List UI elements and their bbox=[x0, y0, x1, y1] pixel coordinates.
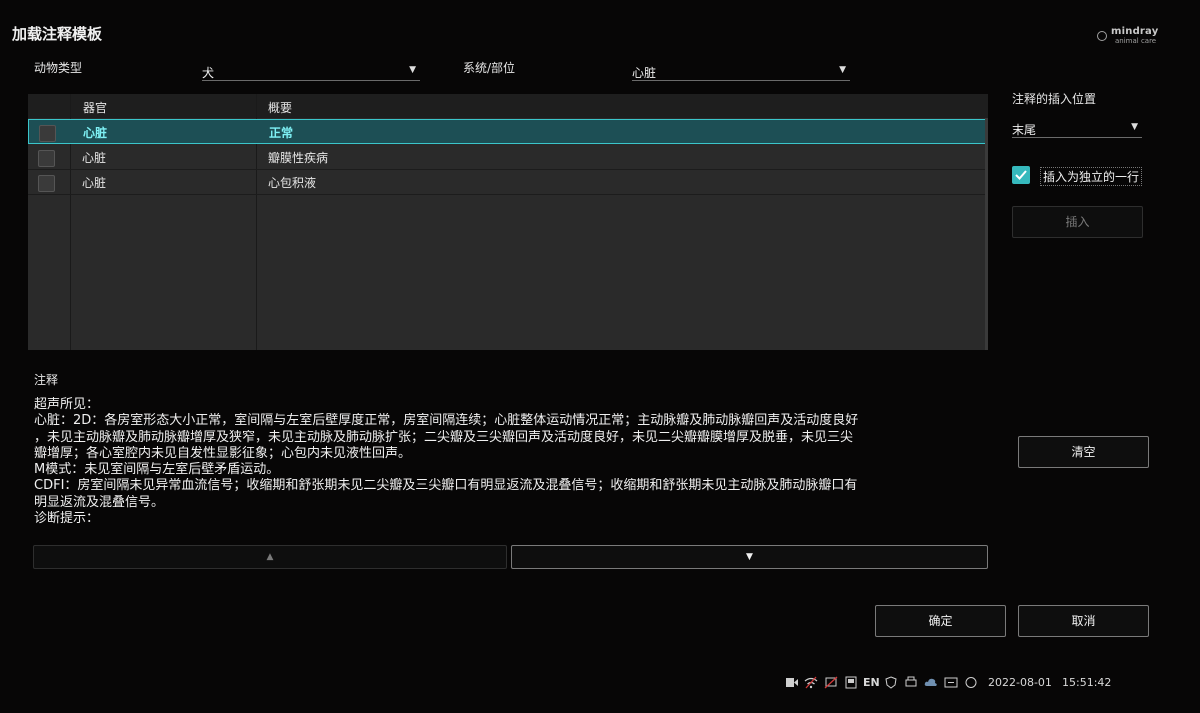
cell-organ: 心脏 bbox=[83, 126, 108, 140]
table-scrollbar[interactable] bbox=[985, 118, 988, 350]
cell-summary: 心包积液 bbox=[268, 176, 317, 190]
row-checkbox[interactable] bbox=[38, 175, 55, 192]
shield-icon bbox=[885, 676, 897, 689]
logo-brand: mindray bbox=[1111, 26, 1159, 37]
notes-label: 注释 bbox=[34, 373, 59, 387]
insert-button[interactable]: 插入 bbox=[1012, 206, 1143, 238]
standalone-line-checkbox[interactable] bbox=[1012, 166, 1030, 184]
system-part-value: 心脏 bbox=[632, 66, 657, 80]
usb-device-icon bbox=[845, 676, 857, 689]
cell-organ: 心脏 bbox=[82, 176, 107, 190]
logo-sub: animal care bbox=[1115, 37, 1157, 45]
notes-line: 瓣增厚；各心室腔内未见自发性显影征象；心包内未见液性回声。 bbox=[34, 445, 412, 461]
table-row[interactable]: 心脏 心包积液 bbox=[28, 170, 986, 195]
insert-position-label: 注释的插入位置 bbox=[1012, 92, 1097, 106]
notes-line: 心脏：2D：各房室形态大小正常，室间隔与左室后壁厚度正常，房室间隔连续；心脏整体… bbox=[34, 413, 859, 429]
task-list-icon bbox=[944, 677, 958, 688]
status-time: 15:51:42 bbox=[1062, 676, 1112, 689]
status-circle-icon bbox=[965, 677, 977, 688]
system-part-label: 系统/部位 bbox=[463, 61, 516, 75]
row-checkbox[interactable] bbox=[39, 125, 56, 142]
dialog-title: 加载注释模板 bbox=[12, 25, 103, 43]
cell-summary: 瓣膜性疾病 bbox=[268, 151, 329, 165]
row-checkbox[interactable] bbox=[38, 150, 55, 167]
insert-position-dropdown[interactable]: 末尾 ▼ bbox=[1012, 120, 1142, 138]
cell-organ: 心脏 bbox=[82, 151, 107, 165]
animal-type-dropdown[interactable]: 犬 ▼ bbox=[202, 63, 420, 81]
column-header-summary: 概要 bbox=[268, 101, 293, 115]
chevron-down-icon: ▼ bbox=[1131, 122, 1138, 132]
notes-line: 超声所见： bbox=[34, 397, 100, 412]
printer-icon bbox=[905, 676, 917, 687]
notes-line: 诊断提示： bbox=[34, 511, 100, 527]
cell-summary: 正常 bbox=[269, 126, 294, 140]
animal-type-label: 动物类型 bbox=[34, 61, 83, 75]
notes-line: M模式：未见室间隔与左室后壁矛盾运动。 bbox=[34, 462, 280, 478]
clear-button[interactable]: 清空 bbox=[1018, 436, 1149, 468]
ok-button[interactable]: 确定 bbox=[875, 605, 1006, 637]
status-date: 2022-08-01 bbox=[988, 676, 1052, 689]
scroll-up-button[interactable]: ▲ bbox=[33, 545, 507, 569]
animal-type-value: 犬 bbox=[202, 66, 215, 80]
scroll-down-button[interactable]: ▼ bbox=[511, 545, 988, 569]
cancel-button[interactable]: 取消 bbox=[1018, 605, 1149, 637]
battery-icon bbox=[786, 678, 798, 687]
notes-textarea[interactable]: 超声所见： 心脏：2D：各房室形态大小正常，室间隔与左室后壁厚度正常，房室间隔连… bbox=[34, 397, 984, 527]
notes-line: ，未见主动脉瓣及肺动脉瓣增厚及狭窄，未见主动脉及肺动脉扩张；二尖瓣及三尖瓣回声及… bbox=[34, 429, 854, 445]
chevron-down-icon: ▼ bbox=[409, 65, 416, 75]
notes-line: CDFI：房室间隔未见异常血流信号；收缩期和舒张期未见二尖瓣及三尖瓣口有明显返流… bbox=[34, 478, 858, 494]
mindray-logo: mindray animal care bbox=[1097, 26, 1167, 48]
wifi-off-icon bbox=[804, 676, 818, 689]
table-header: 器官 概要 bbox=[28, 94, 988, 118]
network-disconnected-icon bbox=[824, 676, 838, 689]
table-row[interactable]: 心脏 正常 bbox=[28, 119, 986, 144]
standalone-line-label[interactable]: 插入为独立的一行 bbox=[1040, 167, 1143, 186]
notes-line: 明显返流及混叠信号。 bbox=[34, 494, 165, 510]
system-part-dropdown[interactable]: 心脏 ▼ bbox=[632, 63, 850, 81]
paw-icon bbox=[1097, 31, 1107, 41]
language-indicator[interactable]: EN bbox=[863, 676, 880, 689]
cloud-icon bbox=[924, 678, 937, 686]
chevron-down-icon: ▼ bbox=[839, 65, 846, 75]
insert-position-value: 末尾 bbox=[1012, 123, 1037, 137]
template-table: 器官 概要 心脏 正常 心脏 瓣膜性疾病 心脏 心包积液 bbox=[28, 94, 988, 350]
column-header-organ: 器官 bbox=[83, 101, 108, 115]
check-icon bbox=[1015, 170, 1027, 180]
table-row[interactable]: 心脏 瓣膜性疾病 bbox=[28, 145, 986, 170]
